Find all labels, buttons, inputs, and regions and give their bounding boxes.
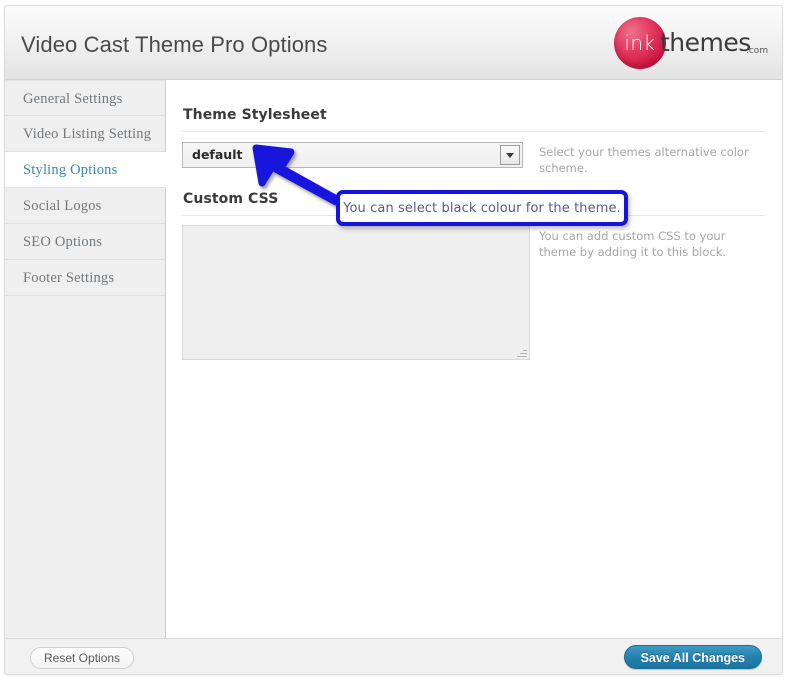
custom-css-description: You can add custom CSS to your theme by …: [539, 229, 727, 259]
sidebar-item-seo-options[interactable]: SEO Options: [5, 224, 165, 260]
page-header: Video Cast Theme Pro Options ink themes …: [5, 6, 782, 80]
logo-ink-text: ink: [624, 31, 656, 55]
section-divider: [182, 131, 765, 132]
reset-options-button[interactable]: Reset Options: [30, 647, 135, 669]
panel-body: General Settings Video Listing Setting S…: [5, 80, 782, 638]
settings-content: Theme Stylesheet default Select your the…: [166, 80, 782, 638]
sidebar-item-label: SEO Options: [23, 234, 103, 250]
custom-css-textarea[interactable]: [182, 225, 530, 360]
options-panel: Video Cast Theme Pro Options ink themes …: [4, 5, 783, 675]
inkthemes-logo: ink themes .com: [600, 14, 770, 72]
logo-themes-text: themes: [660, 28, 751, 57]
logo-tld-text: .com: [746, 46, 769, 56]
resize-handle-icon[interactable]: [516, 346, 527, 357]
sidebar-item-label: Social Logos: [23, 198, 102, 214]
sidebar-item-video-listing-setting[interactable]: Video Listing Setting: [5, 116, 165, 152]
sidebar-nav: General Settings Video Listing Setting S…: [5, 80, 166, 638]
save-all-changes-button[interactable]: Save All Changes: [623, 645, 762, 669]
panel-footer: Reset Options Save All Changes: [5, 638, 782, 674]
sidebar-item-label: General Settings: [23, 91, 123, 107]
theme-stylesheet-heading: Theme Stylesheet: [183, 107, 327, 123]
chevron-down-icon[interactable]: [500, 145, 520, 165]
sidebar-item-general-settings[interactable]: General Settings: [5, 80, 165, 116]
sidebar-item-social-logos[interactable]: Social Logos: [5, 188, 165, 224]
custom-css-heading: Custom CSS: [183, 191, 279, 207]
logo-circle-icon: ink: [614, 17, 666, 69]
sidebar-item-styling-options[interactable]: Styling Options: [5, 152, 166, 188]
theme-stylesheet-select[interactable]: default: [182, 142, 523, 168]
page-title: Video Cast Theme Pro Options: [21, 32, 328, 57]
sidebar-item-label: Styling Options: [23, 162, 118, 178]
sidebar-item-footer-settings[interactable]: Footer Settings: [5, 260, 165, 296]
sidebar-item-label: Footer Settings: [23, 270, 115, 286]
sidebar-item-label: Video Listing Setting: [23, 126, 152, 142]
theme-stylesheet-description: Select your themes alternative color sch…: [539, 145, 749, 175]
section-divider: [182, 215, 765, 216]
theme-stylesheet-select-value: default: [192, 147, 243, 162]
